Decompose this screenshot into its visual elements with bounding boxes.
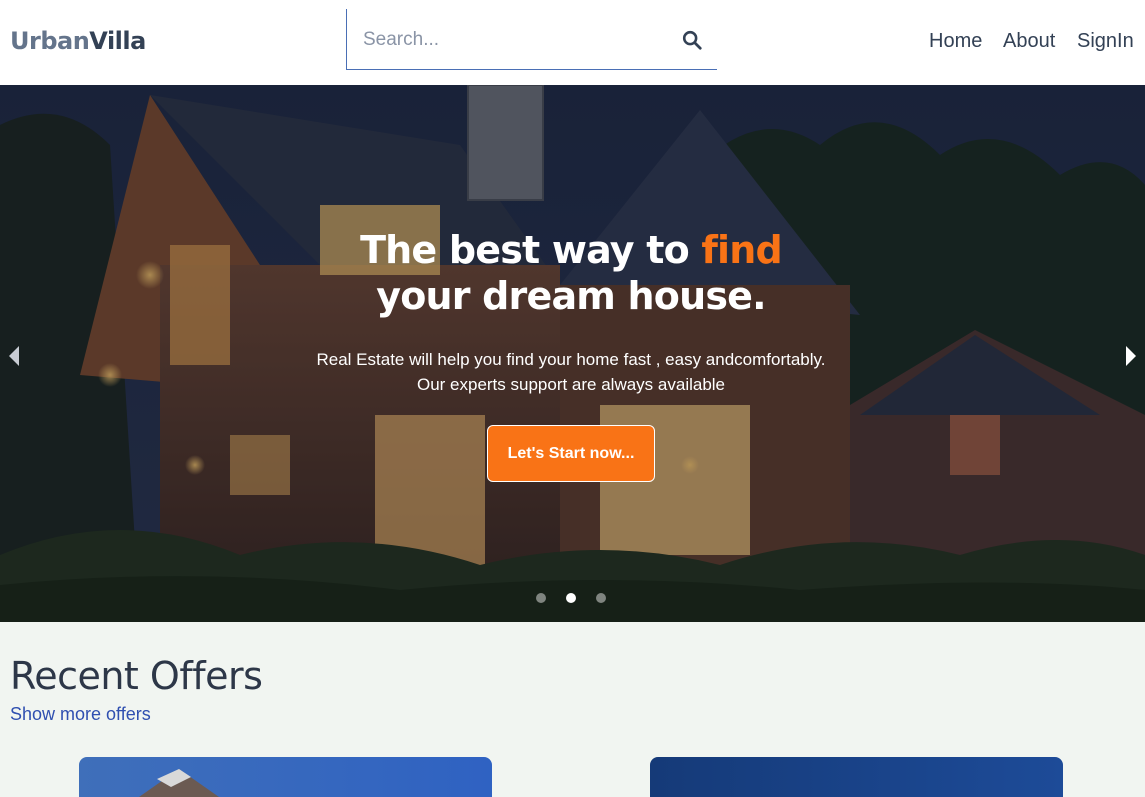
recent-offers-heading: Recent Offers [10,654,263,698]
nav-home[interactable]: Home [929,28,982,54]
logo[interactable]: UrbanVilla [10,27,146,55]
offer-card-image [79,757,492,797]
chevron-left-icon[interactable] [7,344,21,368]
hero-title-accent: find [701,228,782,272]
chevron-right-icon[interactable] [1124,344,1138,368]
nav-about[interactable]: About [1003,28,1055,54]
carousel-dot-2[interactable] [566,593,576,603]
hero-carousel: The best way to find your dream house. R… [0,85,1145,622]
start-now-button[interactable]: Let's Start now... [487,425,655,482]
hero-subtitle-line2: Our experts support are always available [416,375,726,394]
offer-card-image [650,757,1063,797]
hero-title-text: The best way to [360,228,702,272]
logo-part-villa: Villa [89,27,146,55]
hero-title: The best way to find your dream house. [0,227,1142,319]
hero-subtitle-line1: Real Estate will help you find your home… [316,350,826,369]
hero-subtitle: Real Estate will help you find your home… [0,347,1142,397]
offer-card[interactable] [650,757,1063,797]
logo-part-urban: Urban [10,27,90,55]
header: UrbanVilla Home About SignIn [0,0,1145,85]
offer-card[interactable] [79,757,492,797]
carousel-dot-1[interactable] [536,593,546,603]
nav-signin[interactable]: SignIn [1077,28,1134,54]
carousel-dot-3[interactable] [596,593,606,603]
search-icon[interactable] [681,29,703,51]
search-box [346,9,717,70]
search-input[interactable] [361,23,661,57]
show-more-offers-link[interactable]: Show more offers [10,703,151,725]
hero-title-line2: your dream house. [376,274,766,318]
